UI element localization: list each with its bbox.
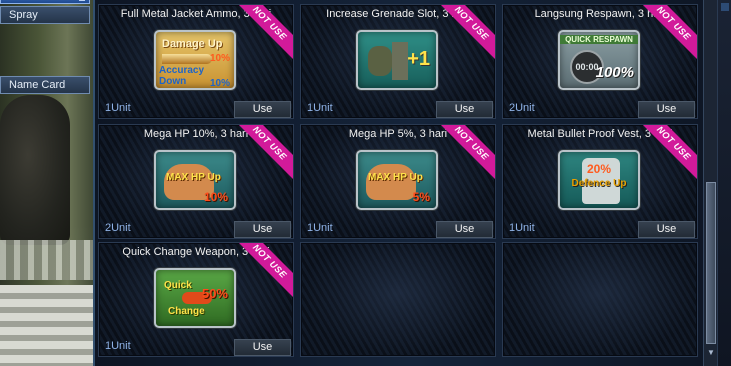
item-slot-quick-change-weapon[interactable]: Quick Change Weapon, 3 hari Quick Change…: [98, 242, 294, 357]
item-unit-count: 1Unit: [105, 340, 131, 352]
item-unit-count: 1Unit: [307, 222, 333, 234]
icon-value: 100%: [595, 64, 634, 81]
game-scene-background: [0, 0, 96, 366]
icon-value: 10%: [209, 78, 230, 89]
item-unit-count: 1Unit: [307, 102, 333, 114]
balcony-railing: [0, 240, 96, 280]
vest-icon: 20% Defence Up: [558, 150, 640, 210]
item-slot-metal-bullet-proof-vest[interactable]: Metal Bullet Proof Vest, 3 hari 20% Defe…: [502, 124, 698, 239]
icon-value: +1: [407, 48, 430, 70]
icon-label: Quick: [164, 280, 192, 291]
scroll-down-arrow-icon[interactable]: ▼: [705, 348, 717, 358]
icon-label: MAX HP Up: [166, 172, 221, 183]
icon-label: Defence Up: [571, 178, 627, 189]
respawn-icon: QUICK RESPAWN 00:00 100%: [558, 30, 640, 90]
item-unit-count: 2Unit: [509, 102, 535, 114]
item-unit-count: 1Unit: [509, 222, 535, 234]
icon-value: 10%: [209, 53, 230, 64]
pouch-graphic: [392, 42, 408, 80]
use-button[interactable]: Use: [638, 221, 695, 238]
menu-item-name-card[interactable]: Name Card: [0, 76, 90, 94]
use-button[interactable]: Use: [234, 221, 291, 238]
grenade-graphic: [368, 46, 392, 76]
item-unit-count: 1Unit: [105, 102, 131, 114]
use-button[interactable]: Use: [436, 101, 493, 118]
icon-label: Change: [168, 306, 205, 317]
icon-value: 10%: [203, 190, 228, 204]
mega-hp-10-icon: MAX HP Up 10%: [154, 150, 236, 210]
item-slot-increase-grenade-slot[interactable]: Increase Grenade Slot, 3 hari +1 NOT USE…: [300, 4, 496, 119]
bullet-graphic: [162, 54, 212, 64]
use-button[interactable]: Use: [234, 339, 291, 356]
icon-value: 5%: [412, 190, 430, 204]
grenade-icon: +1: [356, 30, 438, 90]
scrollbar-thumb[interactable]: [706, 182, 716, 344]
inventory-scrollbar[interactable]: ▼: [703, 0, 717, 366]
use-button[interactable]: Use: [436, 221, 493, 238]
player-character: [0, 95, 70, 245]
icon-label: MAX HP Up: [368, 172, 423, 183]
item-slot-mega-hp-10[interactable]: Mega HP 10%, 3 hari MAX HP Up 10% NOT US…: [98, 124, 294, 239]
item-slot-full-metal-jacket-ammo[interactable]: Full Metal Jacket Ammo, 3 hari Damage Up…: [98, 4, 294, 119]
close-icon[interactable]: [79, 0, 85, 1]
window-right-edge: [717, 0, 731, 366]
stone-steps: [0, 285, 96, 366]
quick-change-icon: Quick Change 50%: [154, 268, 236, 328]
icon-label: Damage Up: [162, 38, 223, 50]
ammo-icon: Damage Up 10% Accuracy Down 10%: [154, 30, 236, 90]
mega-hp-5-icon: MAX HP Up 5%: [356, 150, 438, 210]
icon-label: QUICK RESPAWN: [560, 35, 638, 44]
equipment-menu-header[interactable]: [0, 0, 90, 4]
window-corner-icon: [721, 3, 729, 11]
item-unit-count: 2Unit: [105, 222, 131, 234]
item-slot-langsung-respawn[interactable]: Langsung Respawn, 3 hari QUICK RESPAWN 0…: [502, 4, 698, 119]
use-button[interactable]: Use: [638, 101, 695, 118]
item-slot-mega-hp-5[interactable]: Mega HP 5%, 3 hari MAX HP Up 5% NOT USE …: [300, 124, 496, 239]
use-button[interactable]: Use: [234, 101, 291, 118]
menu-item-spray[interactable]: Spray: [0, 6, 90, 24]
item-slot-empty: [502, 242, 698, 357]
item-slot-empty: [300, 242, 496, 357]
icon-value: 50%: [201, 286, 228, 301]
icon-value: 20%: [586, 162, 612, 176]
